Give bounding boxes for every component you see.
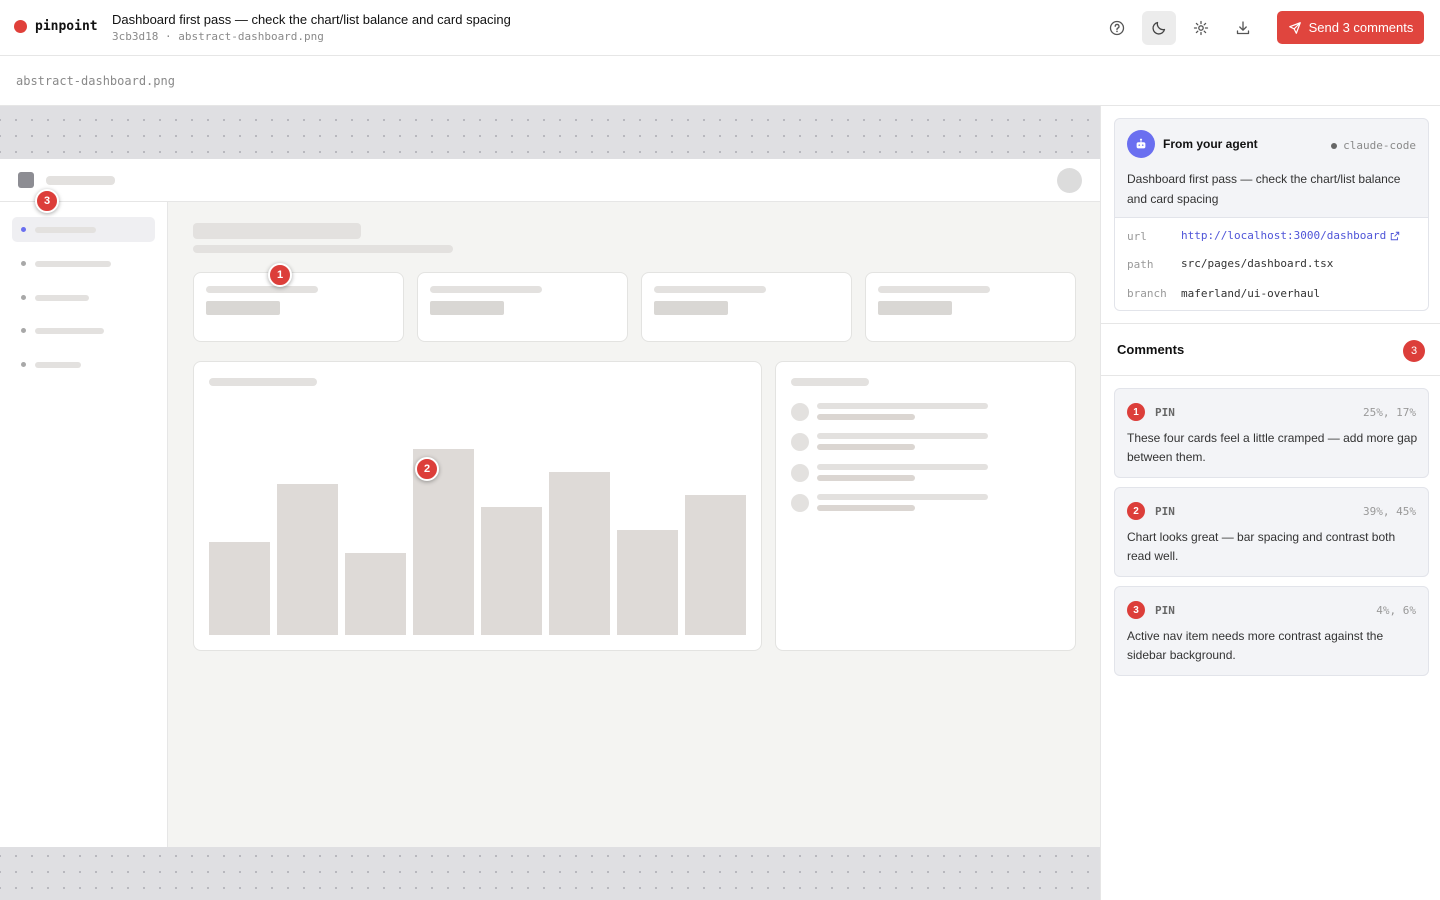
- preview-title-skeleton: [46, 176, 115, 185]
- meta-key-path: path: [1127, 258, 1154, 271]
- comment-kind: PIN: [1155, 406, 1175, 419]
- file-bar: abstract-dashboard.png: [0, 56, 1440, 106]
- download-button[interactable]: [1226, 11, 1260, 45]
- meta-url-value: http://localhost:3000/dashboard: [1181, 229, 1387, 242]
- list-title-skeleton: [791, 378, 869, 386]
- comment-card[interactable]: 2 PIN 39%, 45% Chart looks great — bar s…: [1114, 487, 1429, 577]
- chart-card: [193, 361, 762, 651]
- send-button-label: Send 3 comments: [1308, 20, 1414, 35]
- brand[interactable]: pinpoint: [14, 19, 98, 34]
- nav-label-skeleton: [35, 328, 104, 334]
- nav-dot: [21, 227, 26, 232]
- agent-card: From your agent claude-code Dashboard fi…: [1114, 118, 1429, 311]
- stat-card: [193, 272, 404, 342]
- comment-number: 3: [1127, 601, 1145, 619]
- meta-key-branch: branch: [1127, 287, 1167, 300]
- meta-url-link[interactable]: http://localhost:3000/dashboard: [1181, 229, 1400, 242]
- comments-header: Comments 3: [1101, 323, 1440, 376]
- nav-label-skeleton: [35, 261, 111, 267]
- list-card: [775, 361, 1076, 651]
- preview-logo: [18, 172, 34, 188]
- screenshot-preview[interactable]: [0, 159, 1100, 847]
- help-button[interactable]: [1100, 11, 1134, 45]
- chart-bar: [617, 530, 678, 635]
- annotation-pin-3[interactable]: 3: [35, 189, 59, 213]
- preview-heading-skeleton: [193, 223, 361, 239]
- comment-kind: PIN: [1155, 505, 1175, 518]
- nav-dot: [21, 261, 26, 266]
- chart-bar: [277, 484, 338, 635]
- chart-bar: [481, 507, 542, 635]
- meta-branch-value: maferland/ui-overhaul: [1181, 287, 1321, 300]
- stat-card: [641, 272, 852, 342]
- stat-card: [417, 272, 628, 342]
- nav-label-skeleton: [35, 227, 96, 233]
- chart-bar: [209, 542, 270, 635]
- moon-icon: [1152, 21, 1166, 35]
- agent-tag: claude-code: [1331, 139, 1416, 152]
- review-canvas[interactable]: 1 2 3: [0, 106, 1100, 900]
- comments-title: Comments: [1117, 342, 1185, 357]
- comment-card[interactable]: 1 PIN 25%, 17% These four cards feel a l…: [1114, 388, 1429, 478]
- top-bar: pinpoint Dashboard first pass — check th…: [0, 0, 1440, 56]
- list-avatar: [791, 403, 809, 421]
- send-icon: [1288, 21, 1301, 34]
- nav-dot: [21, 328, 26, 333]
- comment-position: 39%, 45%: [1363, 505, 1416, 518]
- brand-logo-dot: [14, 20, 27, 33]
- gear-icon: [1193, 20, 1209, 36]
- help-icon: [1109, 20, 1125, 36]
- agent-label: From your agent: [1163, 137, 1258, 151]
- chart-title-skeleton: [209, 378, 317, 386]
- review-subtitle: 3cb3d18 · abstract-dashboard.png: [112, 30, 324, 43]
- list-avatar: [791, 464, 809, 482]
- settings-button[interactable]: [1184, 11, 1218, 45]
- file-name: abstract-dashboard.png: [16, 74, 175, 88]
- comment-card[interactable]: 3 PIN 4%, 6% Active nav item needs more …: [1114, 586, 1429, 676]
- comment-kind: PIN: [1155, 604, 1175, 617]
- nav-label-skeleton: [35, 362, 81, 368]
- agent-tag-label: claude-code: [1343, 139, 1416, 152]
- agent-meta: url http://localhost:3000/dashboard path…: [1115, 217, 1428, 310]
- comments-count-badge: 3: [1403, 340, 1425, 362]
- chart-bar: [549, 472, 610, 635]
- preview-avatar: [1057, 168, 1082, 193]
- list-avatar: [791, 433, 809, 451]
- comment-text: These four cards feel a little cramped —…: [1127, 431, 1418, 464]
- external-link-icon: [1391, 231, 1400, 240]
- meta-path-value: src/pages/dashboard.tsx: [1181, 257, 1334, 270]
- stat-card: [865, 272, 1076, 342]
- list-avatar: [791, 494, 809, 512]
- download-icon: [1236, 21, 1250, 35]
- nav-label-skeleton: [35, 295, 89, 301]
- preview-header: [0, 159, 1100, 202]
- status-dot-icon: [1331, 142, 1338, 149]
- nav-dot: [21, 362, 26, 367]
- theme-toggle-button[interactable]: [1142, 11, 1176, 45]
- comment-position: 25%, 17%: [1363, 406, 1416, 419]
- agent-message: Dashboard first pass — check the chart/l…: [1127, 172, 1401, 206]
- annotation-pin-2[interactable]: 2: [415, 457, 439, 481]
- robot-icon: [1136, 138, 1146, 149]
- preview-sidebar: [0, 202, 168, 847]
- comment-number: 1: [1127, 403, 1145, 421]
- comment-position: 4%, 6%: [1376, 604, 1416, 617]
- agent-avatar: [1127, 130, 1155, 158]
- chart-bar: [685, 495, 746, 635]
- meta-key-url: url: [1127, 230, 1147, 243]
- send-comments-button[interactable]: Send 3 comments: [1277, 11, 1424, 44]
- nav-dot: [21, 295, 26, 300]
- preview-subheading-skeleton: [193, 245, 453, 253]
- annotation-pin-1[interactable]: 1: [268, 263, 292, 287]
- app-name: pinpoint: [35, 19, 98, 34]
- review-panel: From your agent claude-code Dashboard fi…: [1100, 106, 1440, 900]
- comment-text: Chart looks great — bar spacing and cont…: [1127, 530, 1396, 563]
- comment-number: 2: [1127, 502, 1145, 520]
- comment-text: Active nav item needs more contrast agai…: [1127, 629, 1384, 662]
- chart-bar: [345, 553, 406, 635]
- review-title: Dashboard first pass — check the chart/l…: [112, 12, 511, 27]
